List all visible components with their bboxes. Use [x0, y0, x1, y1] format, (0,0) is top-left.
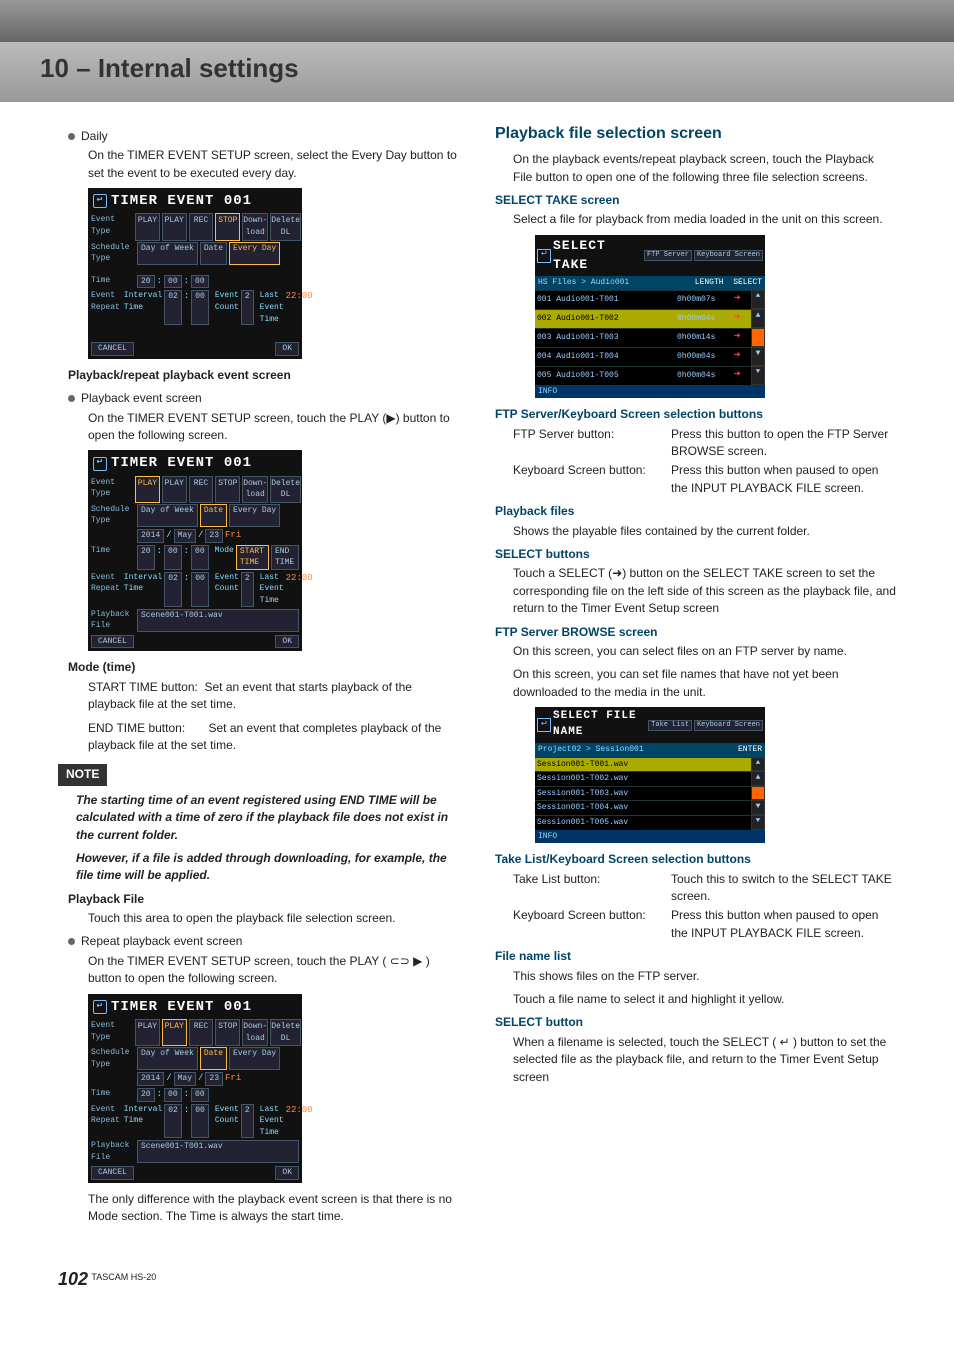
select-buttons-title: SELECT buttons	[495, 546, 896, 563]
take-row[interactable]: 002 Audio001-T0020h00m04s➜	[535, 309, 751, 328]
page-number: 102	[58, 1269, 88, 1289]
two-columns: Daily On the TIMER EVENT SETUP screen, s…	[0, 102, 954, 1252]
repeat-body2: The only difference with the playback ev…	[88, 1191, 459, 1226]
ftp-server-button[interactable]: FTP Server	[644, 250, 692, 261]
playback-event-body: On the TIMER EVENT SETUP screen, touch t…	[88, 410, 459, 445]
note-p1: The starting time of an event registered…	[76, 792, 459, 844]
file-row[interactable]: Session001-T003.wav	[535, 786, 751, 801]
start-time-button[interactable]: START TIME	[236, 545, 269, 570]
select-take-body: Select a file for playback from media lo…	[513, 211, 896, 228]
back-icon[interactable]: ↩	[537, 249, 551, 263]
file-row[interactable]: Session001-T001.wav	[535, 757, 751, 772]
info-button[interactable]: INFO	[535, 385, 765, 399]
bullet-daily-label: Daily	[81, 128, 108, 145]
select-take-title: SELECT TAKE screen	[495, 192, 896, 209]
take-list-button[interactable]: Take List	[648, 720, 692, 731]
select-button-title: SELECT button	[495, 1014, 896, 1031]
left-column: Daily On the TIMER EVENT SETUP screen, s…	[58, 122, 459, 1232]
back-icon[interactable]: ↩	[93, 457, 107, 471]
model-name: TASCAM HS-20	[91, 1272, 156, 1282]
playback-file-head: Playback File	[68, 891, 459, 908]
cancel-button[interactable]: CANCEL	[91, 342, 134, 356]
evtype-delete[interactable]: Delete DL	[270, 213, 301, 240]
chapter-title: 10 – Internal settings	[40, 50, 914, 88]
bullet-repeat: Repeat playback event screen	[68, 933, 459, 950]
back-icon[interactable]: ↩	[93, 1000, 107, 1014]
note-label: NOTE	[58, 764, 107, 785]
bullet-icon	[68, 395, 75, 402]
playback-event-label: Playback event screen	[81, 390, 202, 407]
file-row[interactable]: Session001-T004.wav	[535, 800, 751, 815]
playback-files-title: Playback files	[495, 503, 896, 520]
evtype-rec[interactable]: REC	[189, 213, 214, 240]
note-p2: However, if a file is added through down…	[76, 850, 459, 885]
scrollbar[interactable]: ⯅▲▼⯆	[751, 757, 765, 830]
scrollbar[interactable]: ⯅▲▼⯆	[751, 290, 765, 385]
browse-title: FTP Server BROWSE screen	[495, 624, 896, 641]
ftp-kb-title: FTP Server/Keyboard Screen selection but…	[495, 406, 896, 423]
end-time-button[interactable]: END TIME	[271, 545, 299, 570]
page-footer: 102 TASCAM HS-20	[0, 1252, 954, 1316]
intro: On the playback events/repeat playback s…	[513, 151, 896, 186]
take-row[interactable]: 001 Audio001-T0010h00m07s➜	[535, 290, 751, 309]
back-icon[interactable]: ↩	[537, 718, 551, 732]
keyboard-screen-button[interactable]: Keyboard Screen	[694, 720, 763, 731]
take-row[interactable]: 003 Audio001-T0030h00m14s➜	[535, 328, 751, 347]
every-day-button[interactable]: Every Day	[229, 242, 280, 265]
repeat-label: Repeat playback event screen	[81, 933, 242, 950]
timer-screen-repeat: ↩TIMER EVENT 001 Event Type PLAY PLAY RE…	[88, 994, 302, 1183]
file-list-title: File name list	[495, 948, 896, 965]
daily-body: On the TIMER EVENT SETUP screen, select …	[88, 147, 459, 182]
bullet-daily: Daily	[68, 128, 459, 145]
section-title: Playback file selection screen	[495, 122, 896, 145]
playback-repeat-head: Playback/repeat playback event screen	[68, 367, 459, 384]
right-column: Playback file selection screen On the pl…	[495, 122, 896, 1232]
take-row[interactable]: 005 Audio001-T0050h00m04s➜	[535, 366, 751, 385]
repeat-body1: On the TIMER EVENT SETUP screen, touch t…	[88, 953, 459, 988]
top-grey-bar	[0, 0, 954, 42]
keyboard-screen-button[interactable]: Keyboard Screen	[694, 250, 763, 261]
evtype-playloop[interactable]: PLAY	[162, 213, 187, 240]
timer-screen-daily: ↩TIMER EVENT 001 Event Type PLAY PLAY RE…	[88, 188, 302, 359]
bullet-icon	[68, 133, 75, 140]
bullet-icon	[68, 938, 75, 945]
select-arrow-icon[interactable]: ➜	[725, 292, 749, 308]
ok-button[interactable]: OK	[275, 342, 299, 356]
select-take-screen: ↩ SELECT TAKE FTP Server Keyboard Screen…	[535, 235, 765, 399]
timer-screen-playback: ↩TIMER EVENT 001 Event Type PLAY PLAY RE…	[88, 450, 302, 651]
chapter-title-band: 10 – Internal settings	[0, 42, 954, 102]
take-row[interactable]: 004 Audio001-T0040h00m04s➜	[535, 347, 751, 366]
bullet-playback-event: Playback event screen	[68, 390, 459, 407]
evtype-download[interactable]: Down-load	[242, 213, 268, 240]
back-icon[interactable]: ↩	[93, 194, 107, 208]
mode-time-head: Mode (time)	[68, 659, 459, 676]
file-row[interactable]: Session001-T005.wav	[535, 815, 751, 830]
file-row[interactable]: Session001-T002.wav	[535, 771, 751, 786]
evtype-stop[interactable]: STOP	[215, 213, 240, 240]
info-button[interactable]: INFO	[535, 830, 765, 844]
playback-file-field[interactable]: Scene001-T001.wav	[137, 609, 299, 632]
browse-screen: ↩ SELECT FILE NAME Take List Keyboard Sc…	[535, 707, 765, 843]
playback-file-body: Touch this area to open the playback fil…	[88, 910, 459, 927]
evtype-play[interactable]: PLAY	[135, 213, 160, 240]
take-kb-title: Take List/Keyboard Screen selection butt…	[495, 851, 896, 868]
